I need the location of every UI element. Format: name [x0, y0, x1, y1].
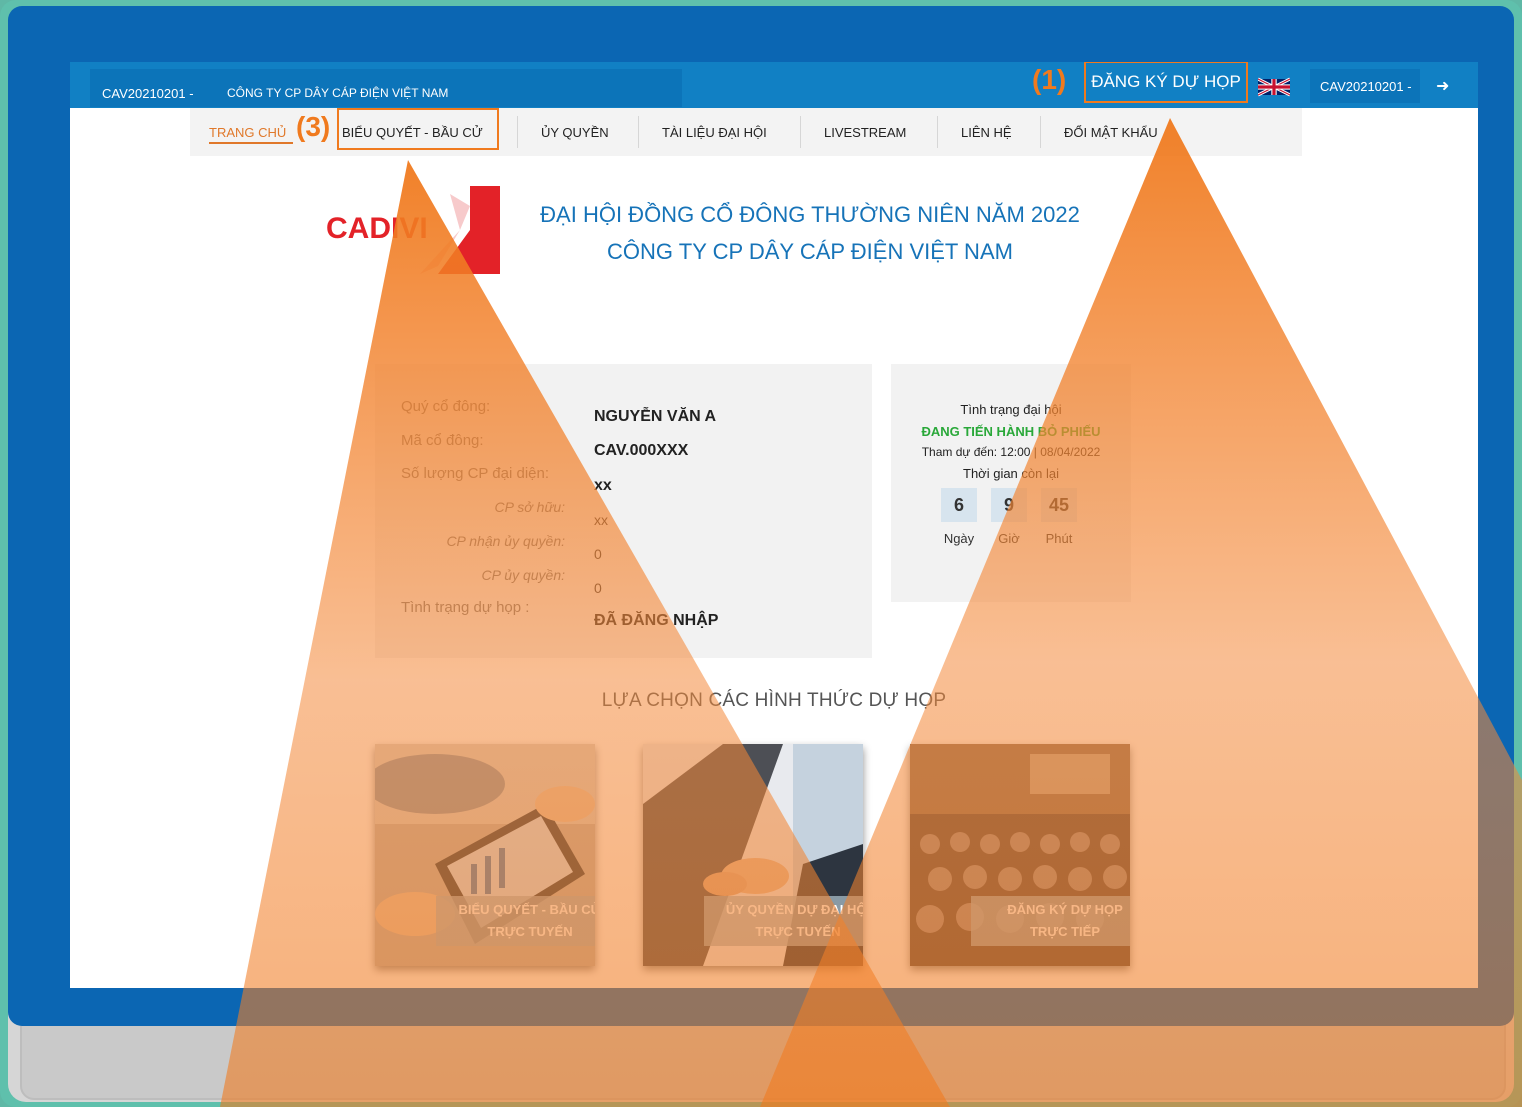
label-attendance-status: Tình trạng dự họp : — [401, 599, 530, 616]
nav-item-livestream[interactable]: LIVESTREAM — [824, 108, 906, 156]
top-bar: CAV20210201 - CÔNG TY CP DÂY CÁP ĐIỆN VI… — [70, 62, 1478, 108]
app-screen: CAV20210201 - CÔNG TY CP DÂY CÁP ĐIỆN VI… — [70, 62, 1478, 988]
nav-divider — [800, 116, 801, 148]
cadivi-logo: CADIVI — [326, 186, 500, 274]
user-code[interactable]: CAV20210201 - — [1310, 69, 1420, 103]
delegated-value: 0 — [594, 580, 602, 596]
card-in-person[interactable]: ĐĂNG KÝ DỰ HỌP TRỰC TIẾP — [910, 744, 1130, 966]
in-person-register-button[interactable]: ĐĂNG KÝ DỰ HỌP TRỰC TIẾP — [971, 896, 1130, 946]
main-nav: TRANG CHỦ (3) BIỂU QUYẾT - BẦU CỬ ỦY QUY… — [190, 108, 1302, 156]
attendance-status-value: ĐÃ ĐĂNG NHẬP — [594, 612, 719, 629]
label-shareholder-code: Mã cổ đông: — [401, 432, 484, 449]
sign-out-icon[interactable]: ➜ — [1436, 76, 1449, 96]
received-value: 0 — [594, 546, 602, 562]
nav-divider — [638, 116, 639, 148]
nav-item-change-password[interactable]: ĐỔI MẬT KHẨU — [1064, 108, 1158, 156]
shareholder-name: NGUYỄN VĂN A — [594, 408, 717, 425]
label-received: CP nhận ủy quyền: — [446, 533, 565, 549]
shareholder-code: CAV.000XXX — [594, 442, 689, 459]
uk-flag-icon[interactable] — [1258, 76, 1290, 98]
meeting-status-title: Tình trạng đại hội — [960, 402, 1062, 417]
annotation-1: (1) — [1032, 64, 1067, 95]
register-attendance-button[interactable]: ĐĂNG KÝ DỰ HỌP — [1084, 62, 1248, 103]
countdown-days: 6 — [941, 488, 977, 522]
owned-value: xx — [594, 512, 608, 528]
label-delegated: CP ủy quyền: — [481, 567, 565, 583]
nav-divider — [937, 116, 938, 148]
card-label-line2: TRỰC TUYẾN — [755, 924, 841, 939]
online-proxy-button[interactable]: ỦY QUYỀN DỰ ĐẠI HỘI TRỰC TUYẾN — [704, 896, 863, 946]
card-label-line1: ỦY QUYỀN DỰ ĐẠI HỘI — [725, 902, 863, 917]
nav-divider — [1040, 116, 1041, 148]
countdown-minutes: 45 — [1041, 488, 1077, 522]
meeting-deadline: Tham dự đến: 12:00 | 08/04/2022 — [921, 445, 1101, 459]
meeting-status-state: ĐANG TIẾN HÀNH BỎ PHIẾU — [921, 424, 1101, 439]
remaining-time-label: Thời gian còn lại — [963, 466, 1059, 481]
company-banner: CAV20210201 - CÔNG TY CP DÂY CÁP ĐIỆN VI… — [90, 69, 682, 107]
company-name: CÔNG TY CP DÂY CÁP ĐIỆN VIỆT NAM — [227, 86, 449, 100]
label-shares: Số lượng CP đại diện: — [401, 465, 550, 482]
card-online-proxy[interactable]: ỦY QUYỀN DỰ ĐẠI HỘI TRỰC TUYẾN — [643, 744, 863, 966]
card-online-voting[interactable]: BIỂU QUYẾT - BẦU CỬ TRỰC TUYẾN — [375, 744, 595, 966]
countdown-days-label: Ngày — [943, 531, 975, 546]
shares-value: xx — [594, 477, 612, 494]
page-title: ĐẠI HỘI ĐỒNG CỔ ĐÔNG THƯỜNG NIÊN NĂM 202… — [540, 202, 1080, 227]
countdown-minutes-label: Phút — [1045, 531, 1073, 546]
card-label-line2: TRỰC TIẾP — [1029, 924, 1100, 939]
card-label-line2: TRỰC TUYẾN — [487, 924, 573, 939]
card-label-line1: ĐĂNG KÝ DỰ HỌP — [1007, 902, 1123, 917]
nav-item-contact[interactable]: LIÊN HỆ — [961, 108, 1012, 156]
shareholder-info-panel: Quý cổ đông: Mã cổ đông: Số lượng CP đại… — [375, 364, 872, 658]
nav-home-underline — [209, 142, 293, 144]
nav-item-vote[interactable]: BIỂU QUYẾT - BẦU CỬ — [342, 108, 483, 156]
label-shareholder-name: Quý cổ đông: — [401, 398, 491, 415]
nav-item-documents[interactable]: TÀI LIỆU ĐẠI HỘI — [662, 108, 767, 156]
logo-text: CADIVI — [326, 212, 428, 245]
card-label-line1: BIỂU QUYẾT - BẦU CỬ — [458, 902, 595, 917]
nav-item-home[interactable]: TRANG CHỦ — [209, 108, 286, 156]
page-subtitle: CÔNG TY CP DÂY CÁP ĐIỆN VIỆT NAM — [607, 239, 1013, 264]
meeting-status-panel: Tình trạng đại hội ĐANG TIẾN HÀNH BỎ PHI… — [891, 364, 1131, 602]
online-voting-button[interactable]: BIỂU QUYẾT - BẦU CỬ TRỰC TUYẾN — [436, 896, 595, 946]
label-owned: CP sở hữu: — [494, 499, 565, 515]
attendance-options-title: LỰA CHỌN CÁC HÌNH THỨC DỰ HỌP — [601, 690, 947, 711]
company-code: CAV20210201 - — [102, 86, 194, 101]
nav-item-proxy[interactable]: ỦY QUYỀN — [541, 108, 609, 156]
countdown-hours: 9 — [991, 488, 1027, 522]
countdown-hours-label: Giờ — [998, 531, 1020, 546]
annotation-3: (3) — [296, 111, 331, 142]
nav-divider — [517, 116, 518, 148]
